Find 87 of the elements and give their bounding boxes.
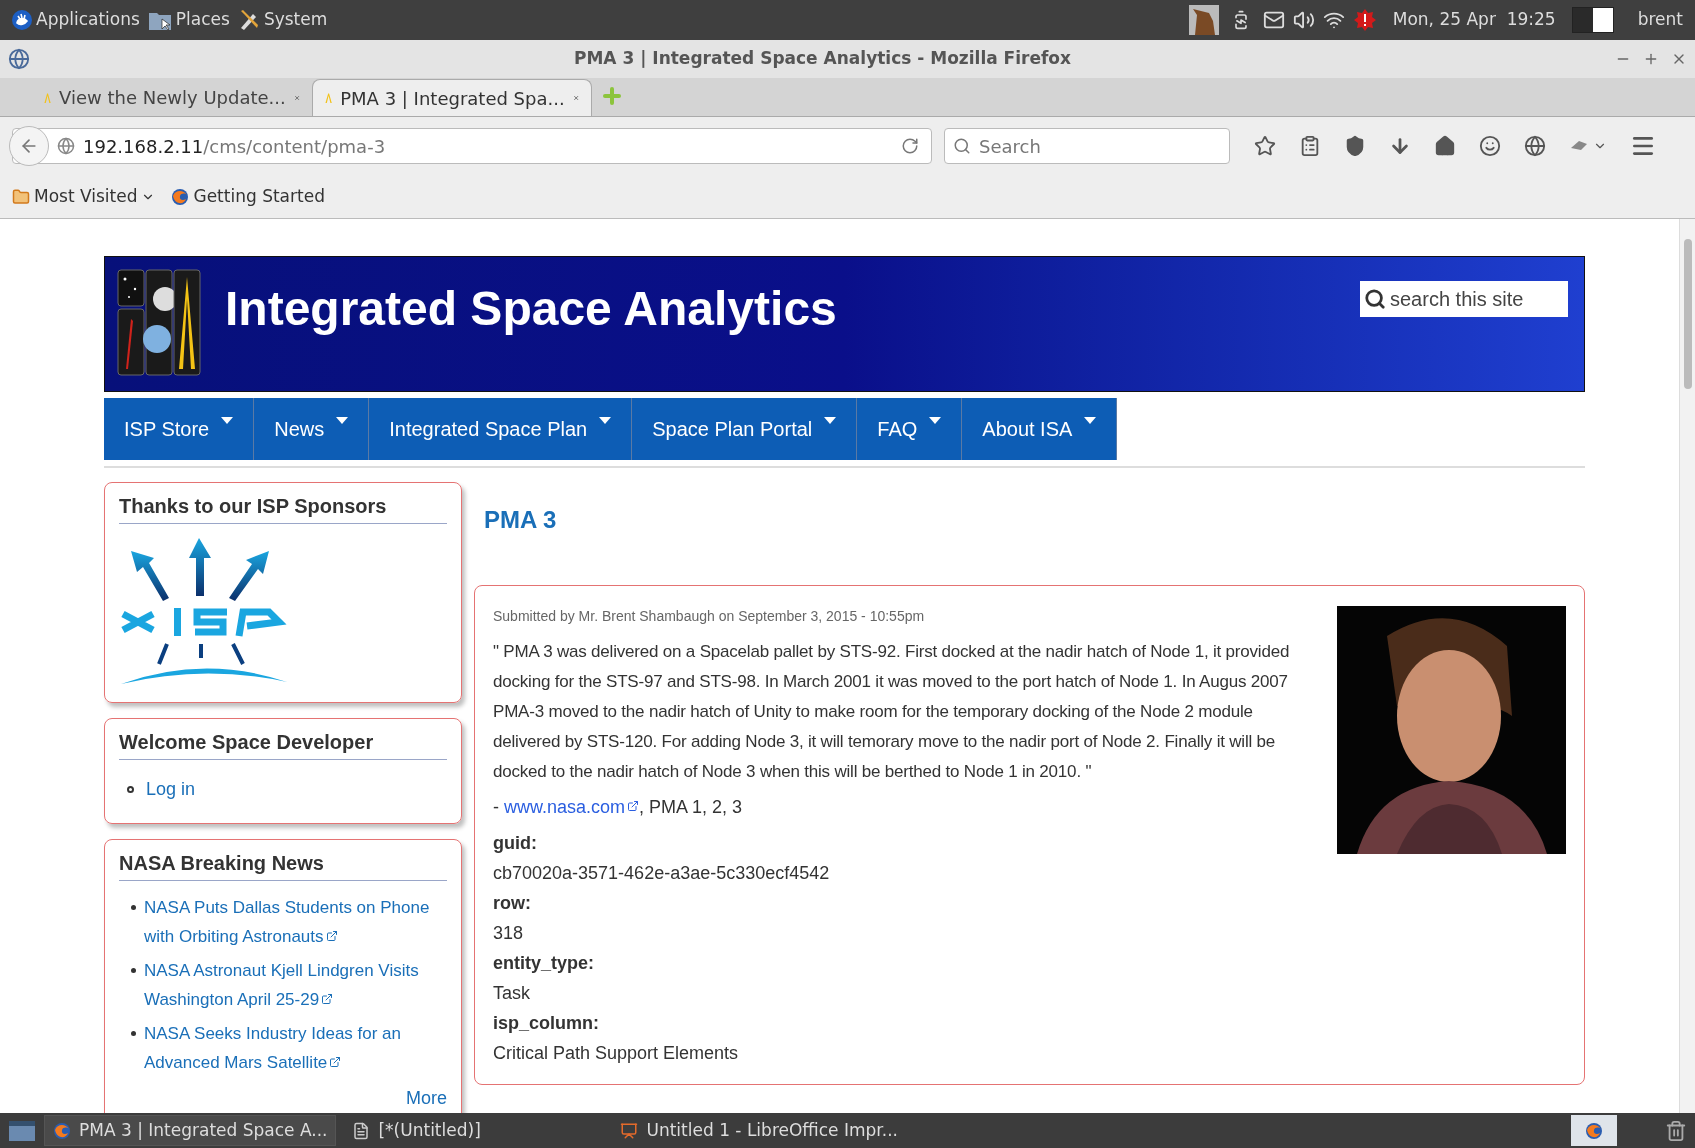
caret-icon bbox=[221, 417, 234, 425]
mail-icon[interactable] bbox=[1262, 9, 1285, 31]
window-icon[interactable] bbox=[8, 48, 30, 70]
search-icon bbox=[953, 137, 971, 155]
trash-icon[interactable] bbox=[1665, 1119, 1687, 1142]
url-text: 192.168.2.11/cms/content/pma-3 bbox=[83, 134, 387, 159]
clipboard-icon[interactable] bbox=[1299, 135, 1321, 157]
bookmark-item[interactable]: Getting Started bbox=[171, 183, 325, 210]
nav-menu-item[interactable]: ISP Store bbox=[104, 398, 255, 460]
caret-icon bbox=[929, 417, 942, 425]
caret-icon bbox=[1084, 417, 1097, 425]
news-link[interactable]: NASA Seeks Industry Ideas for an Advanced Mars Satellite bbox=[144, 1019, 447, 1077]
news-link[interactable]: NASA Puts Dallas Students on Phone with Orbiting Astronauts bbox=[144, 893, 447, 951]
block-title: Thanks to our ISP Sponsors bbox=[119, 491, 447, 524]
firefox-icon bbox=[53, 1121, 71, 1140]
page-heading: PMA 3 bbox=[484, 505, 558, 535]
presentation-icon bbox=[620, 1121, 639, 1140]
bullet-icon bbox=[131, 1031, 136, 1036]
taskbar-item[interactable]: Untitled 1 - LibreOffice Impr... bbox=[612, 1115, 906, 1146]
browser-tab[interactable]: View the Newly Update... bbox=[32, 79, 312, 116]
window-title: PMA 3 | Integrated Space Analytics - Mozilla Firefox bbox=[573, 47, 1072, 71]
globe-icon bbox=[57, 137, 75, 155]
source-link[interactable]: www.nasa.com bbox=[504, 797, 640, 817]
field-value: Task bbox=[493, 982, 531, 1005]
bullet-icon bbox=[127, 786, 134, 793]
folder-icon bbox=[12, 187, 30, 206]
panel-menu[interactable]: Applications bbox=[12, 7, 140, 33]
field-value: cb70020a-3571-462e-a3ae-5c330ecf4542 bbox=[493, 862, 831, 885]
block-title: Welcome Space Developer bbox=[119, 727, 447, 760]
article-body: " PMA 3 was delivered on a Spacelab pallet by STS-92. First docked at the nadir hatch of Node 1, it provided docking for the STS-97 and STS-98. In March 2001 it was moved to the port hatch of Node 1. In Augus 2007 PMA-3 moved to the nadir hatch of Unity to make room for the temporary docking of the Node 2 module delivered by STS-120. For adding Node 3, it will temorary move to the nadir port of Node 2. Finally it will be docked to the nadir hatch of Node 3 when this will be berthed to Node 1 in 2010. " bbox=[493, 641, 1291, 783]
show-desktop-icon[interactable] bbox=[8, 1118, 36, 1143]
caret-icon bbox=[336, 417, 349, 425]
maximize-icon[interactable] bbox=[1643, 51, 1659, 67]
field-value: 318 bbox=[493, 922, 525, 945]
chat-icon[interactable] bbox=[1479, 135, 1501, 157]
workspace-switcher[interactable] bbox=[1571, 7, 1614, 33]
scrollbar[interactable] bbox=[1679, 219, 1695, 1113]
globe-icon[interactable] bbox=[1524, 135, 1546, 157]
field-value: Critical Path Support Elements bbox=[493, 1042, 740, 1065]
clock[interactable]: Mon, 25 Apr 19:25 bbox=[1392, 7, 1556, 33]
external-link-icon bbox=[329, 1055, 342, 1068]
back-button[interactable] bbox=[9, 126, 49, 166]
news-link[interactable]: NASA Astronaut Kjell Lindgren Visits Washington April 25-29 bbox=[144, 956, 447, 1014]
external-link-icon bbox=[321, 992, 334, 1005]
site-search-field[interactable]: search this site bbox=[1360, 281, 1568, 317]
reload-icon[interactable] bbox=[901, 137, 919, 155]
bookmark-item[interactable]: Most Visited bbox=[12, 183, 156, 210]
volume-icon[interactable] bbox=[1292, 9, 1315, 31]
external-link-icon bbox=[325, 929, 338, 942]
document-icon bbox=[352, 1121, 371, 1140]
bullet-icon bbox=[131, 968, 136, 973]
submitted-info: Submitted by Mr. Brent Shambaugh on September 3, 2015 - 10:55pm bbox=[493, 607, 926, 626]
nav-menu-item[interactable]: FAQ bbox=[857, 398, 963, 460]
panel-menu[interactable]: System bbox=[237, 7, 328, 33]
external-link-icon bbox=[627, 800, 640, 813]
search-icon bbox=[1364, 288, 1386, 310]
caret-icon bbox=[824, 417, 837, 425]
nav-menu-item[interactable]: Space Plan Portal bbox=[632, 398, 858, 460]
bookmark-star-icon[interactable] bbox=[1254, 135, 1276, 157]
field-label: row: bbox=[493, 892, 532, 915]
taskbar-item[interactable]: [*(Untitled)] bbox=[344, 1115, 605, 1146]
nav-menu-item[interactable]: News bbox=[254, 398, 370, 460]
block-title: NASA Breaking News bbox=[119, 848, 447, 881]
nav-menu-item[interactable]: Integrated Space Plan bbox=[369, 398, 633, 460]
download-icon[interactable] bbox=[1389, 135, 1411, 157]
source-line: - www.nasa.com , PMA 1, 2, 3 bbox=[493, 796, 744, 819]
taskbar-item[interactable]: PMA 3 | Integrated Space A... bbox=[44, 1115, 337, 1146]
alert-icon[interactable] bbox=[1352, 8, 1377, 32]
browser-tab[interactable]: PMA 3 | Integrated Spa... bbox=[312, 79, 592, 116]
url-field[interactable]: 192.168.2.11/cms/content/pma-3 bbox=[12, 128, 932, 164]
home-icon[interactable] bbox=[1434, 135, 1456, 157]
user-name[interactable]: brent bbox=[1637, 7, 1683, 33]
search-field[interactable]: Search bbox=[944, 128, 1230, 164]
login-link[interactable]: Log in bbox=[146, 776, 196, 803]
site-title[interactable]: Integrated Space Analytics bbox=[225, 273, 837, 345]
firefox-icon bbox=[171, 187, 190, 206]
field-label: entity_type: bbox=[493, 952, 596, 975]
paw-icon bbox=[12, 10, 32, 30]
firefox-icon bbox=[1585, 1121, 1603, 1140]
caret-icon bbox=[599, 417, 612, 425]
field-label: guid: bbox=[493, 832, 538, 855]
panel-menu[interactable]: Places bbox=[147, 7, 230, 33]
bullet-icon bbox=[131, 905, 136, 910]
nav-menu-item[interactable]: About ISA bbox=[962, 398, 1118, 460]
field-label: isp_column: bbox=[493, 1012, 600, 1035]
tray-firefox-button[interactable] bbox=[1571, 1115, 1617, 1146]
more-link[interactable]: More bbox=[406, 1085, 447, 1112]
